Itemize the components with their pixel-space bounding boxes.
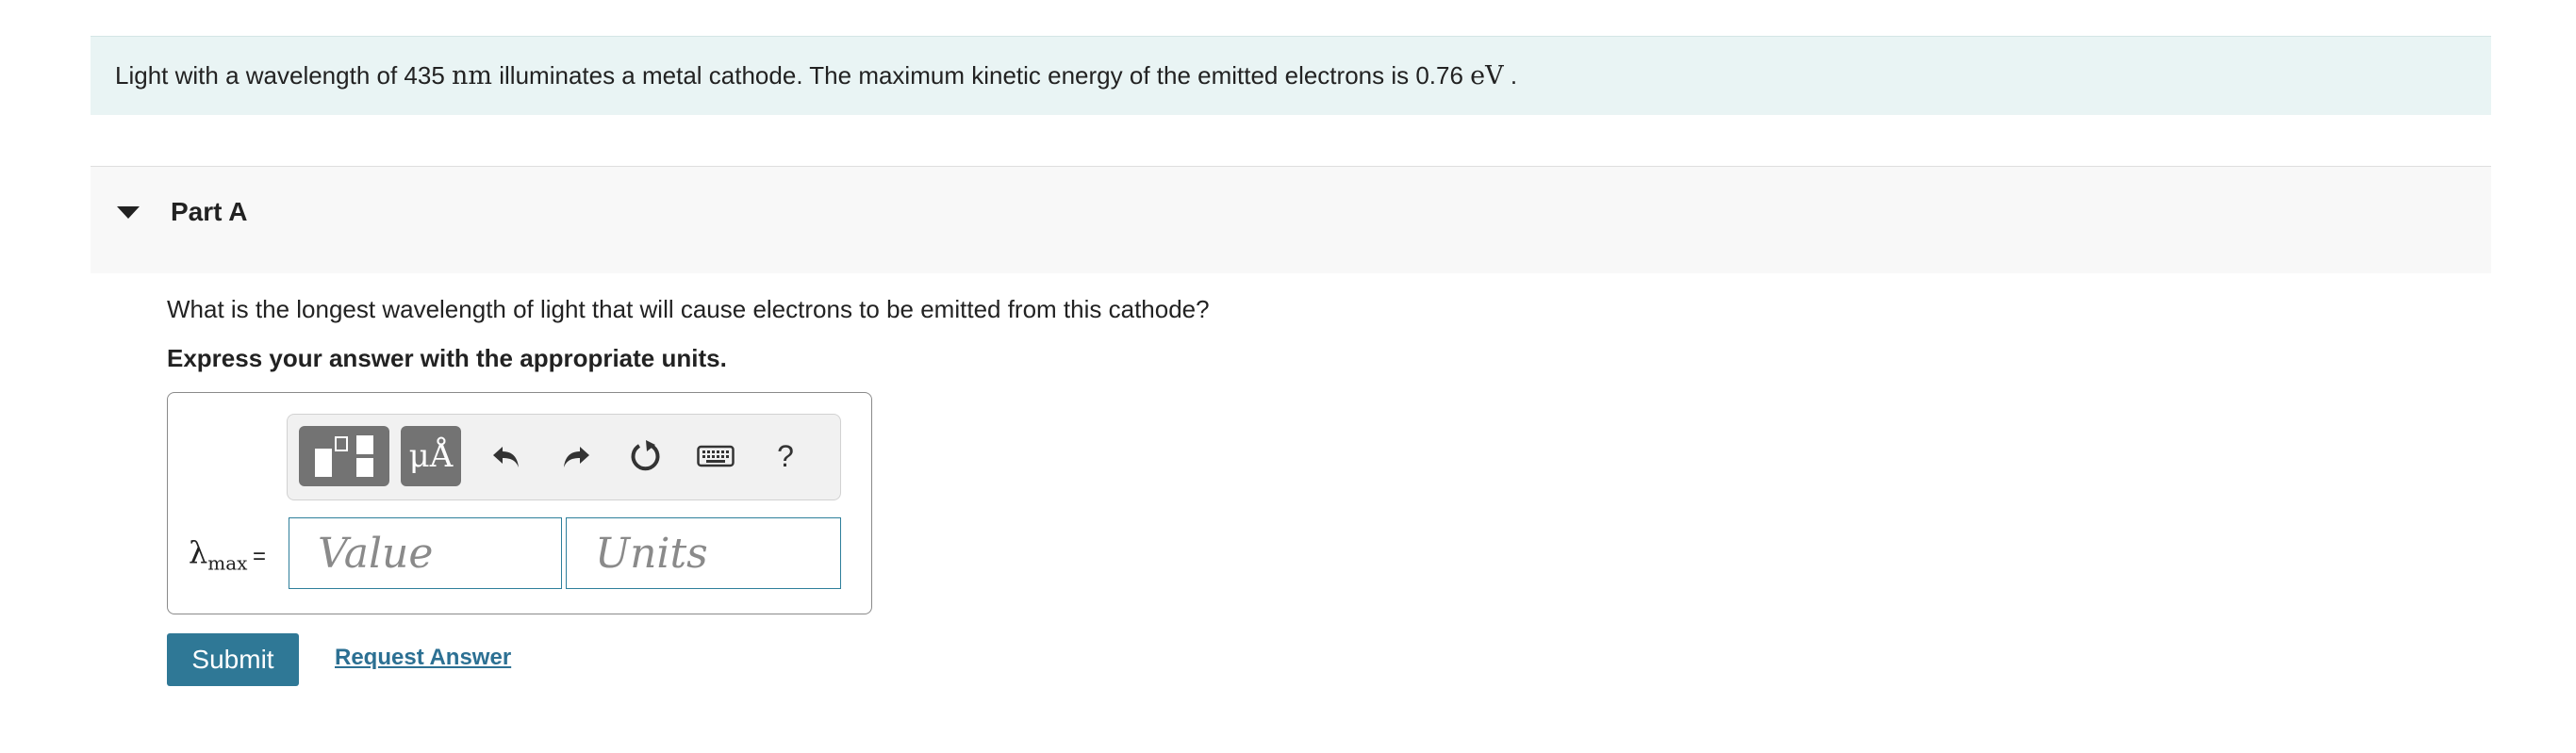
question-text: What is the longest wavelength of light …	[167, 295, 1210, 323]
value-input[interactable]	[289, 517, 562, 589]
redo-icon[interactable]	[552, 426, 601, 486]
submit-button[interactable]: Submit	[167, 633, 299, 686]
equals-sign: =	[253, 544, 267, 569]
unit-ev: eV	[1470, 61, 1504, 90]
part-a-header[interactable]: Part A	[91, 166, 2491, 273]
undo-icon[interactable]	[482, 426, 531, 486]
variable-symbol: λ	[189, 534, 208, 570]
problem-text-suffix: .	[1503, 61, 1518, 90]
units-input[interactable]	[566, 517, 841, 589]
reset-icon[interactable]	[621, 426, 670, 486]
instruction-text: Express your answer with the appropriate…	[167, 344, 727, 372]
part-title: Part A	[171, 197, 248, 226]
answer-box: μÅ ? λmax = Value Units	[167, 392, 872, 614]
problem-statement: Light with a wavelength of 435 nm illumi…	[91, 36, 2491, 115]
keyboard-icon[interactable]	[691, 426, 740, 486]
templates-icon[interactable]	[299, 426, 389, 486]
help-icon[interactable]: ?	[761, 426, 810, 486]
request-answer-link[interactable]: Request Answer	[335, 645, 511, 671]
variable-subscript: max	[207, 551, 248, 575]
unit-nm: nm	[452, 61, 493, 90]
collapse-caret-icon[interactable]	[117, 206, 140, 219]
math-toolbar: μÅ ?	[287, 414, 841, 500]
answer-variable-label: λmax	[189, 534, 247, 574]
units-icon[interactable]: μÅ	[401, 426, 461, 486]
problem-text-middle: illuminates a metal cathode. The maximum…	[492, 61, 1471, 90]
problem-text-prefix: Light with a wavelength of 435	[115, 61, 453, 90]
